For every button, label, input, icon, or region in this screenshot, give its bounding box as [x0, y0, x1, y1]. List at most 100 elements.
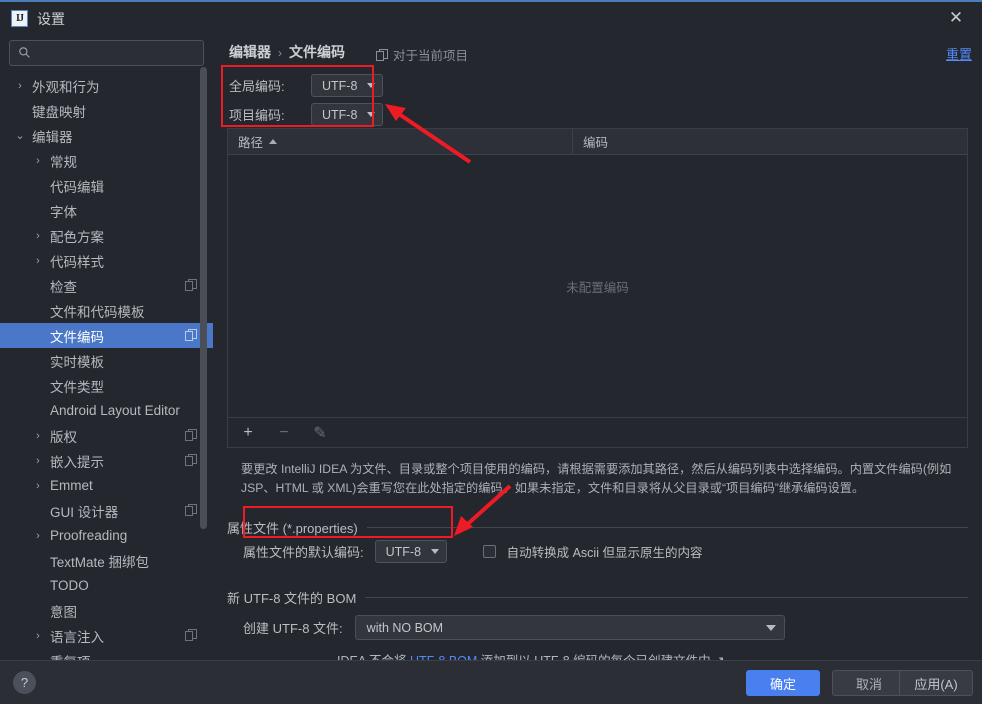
- chevron-right-icon[interactable]: ›: [14, 80, 26, 92]
- sidebar-item-label: 文件编码: [50, 329, 104, 345]
- ok-button[interactable]: 确定: [746, 670, 820, 696]
- sidebar-item-13[interactable]: Android Layout Editor: [0, 398, 213, 423]
- sidebar-item-8[interactable]: 检查: [0, 273, 213, 298]
- sidebar-item-20[interactable]: TODO: [0, 573, 213, 598]
- bom-group-header: 新 UTF-8 文件的 BOM: [227, 588, 968, 607]
- global-encoding-row: 全局编码: UTF-8: [229, 74, 383, 97]
- cancel-button[interactable]: 取消: [832, 670, 906, 696]
- chevron-right-icon[interactable]: ›: [32, 155, 44, 167]
- copy-icon: [185, 454, 197, 466]
- sidebar-item-15[interactable]: › 嵌入提示: [0, 448, 213, 473]
- copy-icon: [185, 329, 197, 341]
- breadcrumb-current: 文件编码: [289, 44, 345, 60]
- project-encoding-combo[interactable]: UTF-8: [311, 103, 383, 126]
- title-bar: IJ 设置 ✕: [0, 2, 982, 35]
- settings-tree[interactable]: › 外观和行为 键盘映射 ⌄ 编辑器 › 常规 代码编辑 字体 › 配色方案 › 代码样式 检查 文件和代码…: [0, 73, 213, 662]
- properties-group-header: 属性文件 (*.properties): [227, 518, 968, 537]
- sidebar-item-18[interactable]: › Proofreading: [0, 523, 213, 548]
- sidebar-item-label: 代码编辑: [50, 179, 104, 195]
- sidebar-item-10[interactable]: 文件编码: [0, 323, 213, 348]
- search-field-wrapper: [9, 40, 204, 66]
- chevron-right-icon[interactable]: ›: [32, 480, 44, 492]
- sidebar-item-label: 代码样式: [50, 254, 104, 270]
- chevron-down-icon: [367, 112, 376, 117]
- chevron-down-icon: [367, 83, 376, 88]
- chevron-right-icon[interactable]: ›: [32, 430, 44, 442]
- copy-icon: [185, 279, 197, 291]
- copy-icon: [185, 504, 197, 516]
- sidebar-item-2[interactable]: ⌄ 编辑器: [0, 123, 213, 148]
- add-button[interactable]: +: [238, 423, 258, 443]
- column-header-encoding[interactable]: 编码: [573, 129, 608, 154]
- sidebar-item-label: Emmet: [50, 478, 93, 493]
- properties-default-encoding-row: 属性文件的默认编码: UTF-8 自动转换成 Ascii 但显示原生的内容: [243, 540, 702, 563]
- chevron-right-icon[interactable]: ›: [32, 455, 44, 467]
- sidebar-item-3[interactable]: › 常规: [0, 148, 213, 173]
- sidebar-item-label: 键盘映射: [32, 104, 86, 120]
- remove-button[interactable]: −: [274, 423, 294, 443]
- sort-ascending-icon: [269, 139, 278, 144]
- bom-create-combo[interactable]: with NO BOM: [354, 615, 785, 640]
- sidebar-item-4[interactable]: 代码编辑: [0, 173, 213, 198]
- global-encoding-value: UTF-8: [322, 78, 358, 93]
- sidebar-item-6[interactable]: › 配色方案: [0, 223, 213, 248]
- settings-dialog: IJ 设置 ✕ › 外观和行为 键盘映射 ⌄ 编辑器 › 常规 代码编辑 字体 › 配色方案 › 代码样…: [0, 0, 982, 704]
- properties-default-encoding-combo[interactable]: UTF-8: [374, 540, 447, 563]
- properties-default-encoding-value: UTF-8: [385, 544, 422, 559]
- chevron-right-icon[interactable]: ›: [32, 630, 44, 642]
- sidebar-item-label: GUI 设计器: [50, 504, 119, 520]
- chevron-right-icon[interactable]: ›: [32, 255, 44, 267]
- sidebar-item-label: TODO: [50, 578, 89, 593]
- edit-button[interactable]: ✎: [310, 423, 330, 443]
- sidebar-scrollbar[interactable]: [200, 67, 207, 529]
- group-divider: [365, 597, 968, 598]
- global-encoding-combo[interactable]: UTF-8: [311, 74, 383, 97]
- search-input[interactable]: [9, 40, 204, 66]
- global-encoding-label: 全局编码:: [229, 79, 285, 94]
- ascii-conversion-label: 自动转换成 Ascii 但显示原生的内容: [506, 546, 703, 560]
- sidebar-item-0[interactable]: › 外观和行为: [0, 73, 213, 98]
- sidebar-item-14[interactable]: › 版权: [0, 423, 213, 448]
- sidebar-item-5[interactable]: 字体: [0, 198, 213, 223]
- bom-create-label: 创建 UTF-8 文件:: [243, 621, 343, 636]
- column-header-encoding-label: 编码: [583, 136, 609, 150]
- chevron-down-icon[interactable]: ⌄: [14, 130, 26, 142]
- sidebar-item-label: 字体: [50, 204, 77, 220]
- reset-link[interactable]: 重置: [946, 44, 972, 63]
- sidebar-item-label: 文件和代码模板: [50, 304, 145, 320]
- ascii-conversion-checkbox[interactable]: [482, 545, 496, 558]
- sidebar-item-16[interactable]: › Emmet: [0, 473, 213, 498]
- column-header-path[interactable]: 路径: [228, 129, 573, 154]
- sidebar-item-12[interactable]: 文件类型: [0, 373, 213, 398]
- sidebar-item-1[interactable]: 键盘映射: [0, 98, 213, 123]
- copy-icon: [185, 429, 197, 441]
- bom-create-row: 创建 UTF-8 文件: with NO BOM: [243, 615, 785, 640]
- breadcrumb-parent[interactable]: 编辑器: [229, 44, 271, 60]
- dialog-footer: ? 确定 取消 应用(A): [0, 660, 982, 704]
- sidebar-item-11[interactable]: 实时模板: [0, 348, 213, 373]
- sidebar-item-22[interactable]: › 语言注入: [0, 623, 213, 648]
- sidebar-item-label: 编辑器: [32, 129, 73, 145]
- column-header-path-label: 路径: [238, 136, 264, 150]
- help-button[interactable]: ?: [13, 671, 36, 694]
- sidebar-item-label: Proofreading: [50, 528, 128, 543]
- sidebar-item-21[interactable]: 意图: [0, 598, 213, 623]
- sidebar-item-label: 检查: [50, 279, 77, 295]
- settings-sidebar: › 外观和行为 键盘映射 ⌄ 编辑器 › 常规 代码编辑 字体 › 配色方案 › 代码样式 检查 文件和代码…: [0, 35, 213, 662]
- sidebar-item-19[interactable]: TextMate 捆绑包: [0, 548, 213, 573]
- chevron-right-icon[interactable]: ›: [32, 230, 44, 242]
- sidebar-item-label: 常规: [50, 154, 77, 170]
- sidebar-item-label: 外观和行为: [32, 79, 100, 95]
- sidebar-item-label: 语言注入: [50, 629, 104, 645]
- breadcrumb: 编辑器 › 文件编码: [229, 42, 345, 62]
- copy-icon: [376, 48, 388, 61]
- sidebar-item-17[interactable]: GUI 设计器: [0, 498, 213, 523]
- sidebar-item-9[interactable]: 文件和代码模板: [0, 298, 213, 323]
- chevron-right-icon[interactable]: ›: [32, 530, 44, 542]
- close-icon[interactable]: ✕: [938, 5, 974, 32]
- apply-button[interactable]: 应用(A): [899, 670, 973, 696]
- table-header-row: 路径 编码: [228, 129, 967, 155]
- bom-group-title: 新 UTF-8 文件的 BOM: [227, 591, 357, 606]
- project-encoding-value: UTF-8: [322, 107, 358, 122]
- sidebar-item-7[interactable]: › 代码样式: [0, 248, 213, 273]
